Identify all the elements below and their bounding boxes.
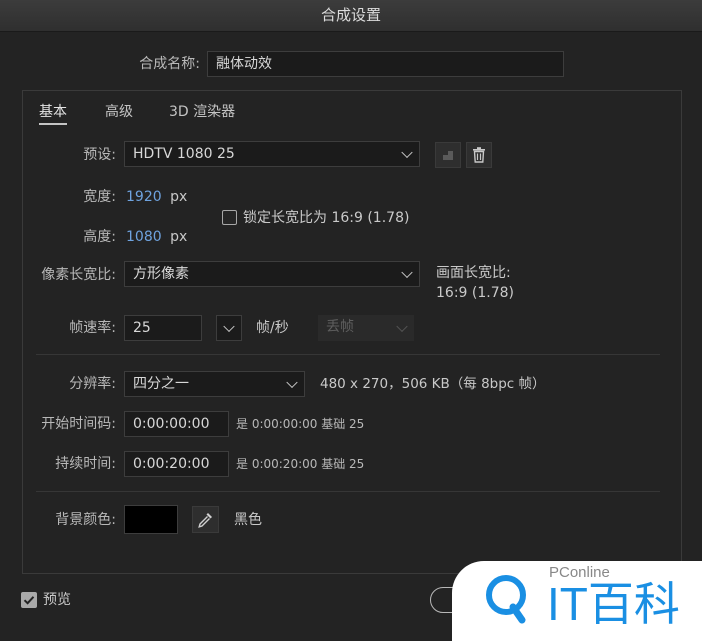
chevron-down-icon [286,376,298,389]
watermark-overlay: PConline IT百科 [452,561,702,641]
lock-aspect-label: 锁定长宽比为 16:9 (1.78) [243,210,410,226]
frame-aspect-label: 画面长宽比: [436,265,511,281]
tab-advanced[interactable]: 高级 [105,101,133,121]
duration-input[interactable]: 0:00:20:00 [124,451,229,477]
delete-preset-button[interactable] [466,142,492,168]
comp-name-label: 合成名称: [139,56,200,72]
preset-label: 预设: [83,147,116,163]
drop-frame-dropdown[interactable]: 丢帧 [318,315,414,341]
height-label: 高度: [83,229,116,245]
frame-rate-unit: 帧/秒 [256,320,289,336]
eyedropper-button[interactable] [192,506,219,533]
background-color-swatch[interactable] [124,505,178,534]
divider [36,354,660,355]
start-timecode-info: 是 0:00:00:00 基础 25 [236,417,365,431]
watermark-brand-large: IT百科 [547,578,680,630]
chevron-down-icon [401,266,413,279]
checkmark-icon [23,596,35,605]
divider [36,491,660,492]
chevron-down-icon [396,320,408,333]
frame-aspect-value: 16:9 (1.78) [436,285,514,301]
frame-rate-input[interactable]: 25 [124,315,202,341]
height-unit: px [170,229,188,245]
height-group: 1080 px [126,227,187,247]
pixel-aspect-label: 像素长宽比: [41,267,116,283]
preset-dropdown[interactable]: HDTV 1080 25 [124,141,420,167]
watermark-logo [482,565,532,628]
eyedropper-icon [198,513,212,528]
preview-checkbox[interactable] [21,592,37,608]
start-timecode-input[interactable]: 0:00:00:00 [124,411,229,437]
background-color-name: 黑色 [234,512,262,528]
preset-value: HDTV 1080 25 [133,146,235,162]
comp-name-input[interactable]: 融体动效 [207,51,564,77]
resolution-value: 四分之一 [133,376,189,392]
frame-rate-label: 帧速率: [69,320,116,336]
width-label: 宽度: [83,189,116,205]
preview-label: 预览 [43,592,71,608]
resolution-info: 480 x 270，506 KB（每 8bpc 帧） [320,376,546,392]
chevron-down-icon [401,146,413,159]
pixel-aspect-value: 方形像素 [133,266,189,282]
tab-basic[interactable]: 基本 [39,101,67,125]
height-value[interactable]: 1080 [126,229,162,245]
tab-3d-renderer[interactable]: 3D 渲染器 [169,101,235,121]
save-preset-icon [443,151,453,160]
drop-frame-value: 丢帧 [326,319,354,335]
resolution-label: 分辨率: [69,376,116,392]
start-timecode-label: 开始时间码: [41,416,116,432]
duration-label: 持续时间: [55,456,116,472]
save-preset-button[interactable] [435,142,461,168]
window-title: 合成设置 [0,0,702,32]
width-group: 1920 px [126,187,187,207]
pixel-aspect-dropdown[interactable]: 方形像素 [124,261,420,287]
lock-aspect-checkbox[interactable] [222,210,237,225]
frame-rate-preset-button[interactable] [216,315,242,341]
chevron-down-icon [223,320,235,333]
trash-icon [473,147,485,163]
duration-info: 是 0:00:20:00 基础 25 [236,457,365,471]
width-value[interactable]: 1920 [126,189,162,205]
background-color-label: 背景颜色: [55,512,116,528]
width-unit: px [170,189,188,205]
search-logo-icon [486,575,526,624]
resolution-dropdown[interactable]: 四分之一 [124,371,305,397]
